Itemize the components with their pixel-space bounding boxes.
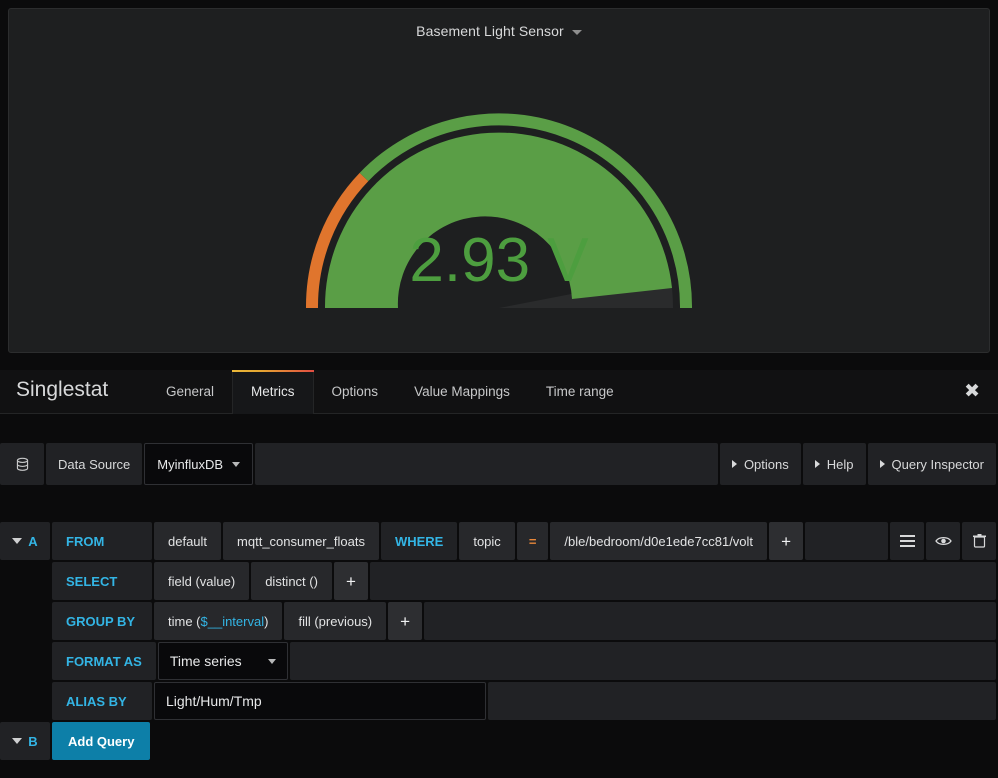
query-row-b: B Add Query (0, 722, 998, 760)
gauge-container: 2.93 V (9, 43, 989, 343)
chevron-down-icon (12, 538, 23, 544)
tab-metrics[interactable]: Metrics (232, 370, 314, 414)
query-inspector-label: Query Inspector (891, 456, 985, 472)
groupby-time-prefix: time ( (168, 613, 201, 629)
panel-title-text: Basement Light Sensor (416, 23, 564, 39)
query-a-toggle[interactable]: A (0, 522, 50, 560)
alias-by-input[interactable]: Light/Hum/Tmp (154, 682, 486, 720)
chevron-down-icon[interactable] (571, 29, 582, 35)
help-toggle-label: Help (826, 456, 854, 472)
where-keyword[interactable]: WHERE (380, 522, 458, 560)
select-row-spacer (369, 562, 996, 600)
add-where-button[interactable]: + (769, 522, 804, 560)
query-b-refid: B (28, 733, 38, 749)
editor-tabbar: Singlestat General Metrics Options Value… (0, 370, 998, 414)
select-row-indent (0, 562, 50, 600)
alias-by-keyword[interactable]: ALIAS BY (52, 682, 152, 720)
tab-options[interactable]: Options (314, 370, 397, 414)
from-row-spacer (805, 522, 888, 560)
help-toggle-button[interactable]: Help (802, 443, 866, 485)
query-editor: A FROM default mqtt_consumer_floats WHER… (0, 522, 998, 762)
format-as-row-spacer (289, 642, 996, 680)
gauge-value-text: 2.93 V (409, 226, 589, 295)
add-select-part-button[interactable]: + (333, 562, 368, 600)
groupby-time-part[interactable]: time ($__interval) (154, 602, 283, 640)
query-row-format-as: FORMAT AS Time series (0, 642, 998, 680)
format-as-row-indent (0, 642, 50, 680)
where-tag-key[interactable]: topic (459, 522, 515, 560)
select-field-part[interactable]: field (value) (154, 562, 250, 600)
tab-general[interactable]: General (148, 370, 232, 414)
query-b-toggle[interactable]: B (0, 722, 50, 760)
groupby-keyword[interactable]: GROUP BY (52, 602, 152, 640)
groupby-fill-part[interactable]: fill (previous) (284, 602, 387, 640)
query-row-alias-by: ALIAS BY Light/Hum/Tmp (0, 682, 998, 720)
format-as-value: Time series (169, 653, 242, 669)
from-keyword[interactable]: FROM (52, 522, 152, 560)
query-row-select: SELECT field (value) distinct () + (0, 562, 998, 600)
query-row-from: A FROM default mqtt_consumer_floats WHER… (0, 522, 998, 560)
select-distinct-part[interactable]: distinct () (251, 562, 332, 600)
trash-icon[interactable] (962, 522, 996, 560)
chevron-down-icon (12, 738, 23, 744)
editor-title: Singlestat (16, 378, 109, 401)
query-row-groupby: GROUP BY time ($__interval) fill (previo… (0, 602, 998, 640)
alias-by-row-indent (0, 682, 50, 720)
tab-time-range[interactable]: Time range (528, 370, 632, 414)
groupby-row-indent (0, 602, 50, 640)
datasource-row-spacer (255, 443, 718, 485)
close-icon[interactable]: ✖ (964, 382, 980, 401)
add-query-button[interactable]: Add Query (52, 722, 151, 760)
datasource-select[interactable]: MyinfluxDB (144, 443, 254, 485)
where-operator[interactable]: = (516, 522, 549, 560)
query-a-refid: A (28, 533, 38, 549)
hamburger-icon-glyph (899, 535, 915, 547)
chevron-down-icon (267, 658, 276, 664)
trash-icon-glyph (972, 534, 986, 548)
triangle-right-icon (879, 460, 885, 468)
alias-by-row-spacer (488, 682, 996, 720)
groupby-row-spacer (424, 602, 996, 640)
gauge-panel: Basement Light Sensor 2.93 V (8, 8, 990, 353)
format-as-keyword[interactable]: FORMAT AS (52, 642, 156, 680)
triangle-right-icon (731, 460, 737, 468)
from-measurement[interactable]: mqtt_consumer_floats (223, 522, 379, 560)
format-as-select[interactable]: Time series (157, 642, 288, 680)
chevron-down-icon (232, 461, 241, 467)
where-tag-value[interactable]: /ble/bedroom/d0e1ede7cc81/volt (550, 522, 768, 560)
datasource-selected-value: MyinfluxDB (157, 456, 224, 472)
grafana-panel-editor: Basement Light Sensor 2.93 V Singlestat … (0, 0, 998, 778)
datasource-label: Data Source (46, 443, 143, 485)
groupby-time-variable: $__interval (200, 613, 265, 629)
datasource-row: Data Source MyinfluxDB Options Help Quer… (0, 443, 998, 485)
add-groupby-part-button[interactable]: + (388, 602, 423, 640)
groupby-time-suffix: ) (264, 613, 269, 629)
hamburger-icon[interactable] (890, 522, 924, 560)
database-icon (0, 443, 44, 485)
eye-icon-glyph (934, 536, 952, 546)
gauge-chart: 2.93 V (305, 113, 693, 309)
from-policy[interactable]: default (154, 522, 222, 560)
database-icon-glyph (16, 457, 28, 471)
query-inspector-button[interactable]: Query Inspector (867, 443, 996, 485)
eye-icon[interactable] (926, 522, 960, 560)
options-toggle-button[interactable]: Options (719, 443, 801, 485)
triangle-right-icon (814, 460, 820, 468)
panel-title[interactable]: Basement Light Sensor (9, 23, 989, 39)
options-toggle-label: Options (743, 456, 789, 472)
select-keyword[interactable]: SELECT (52, 562, 152, 600)
tab-value-mappings[interactable]: Value Mappings (396, 370, 528, 414)
tab-list: General Metrics Options Value Mappings T… (148, 370, 632, 414)
